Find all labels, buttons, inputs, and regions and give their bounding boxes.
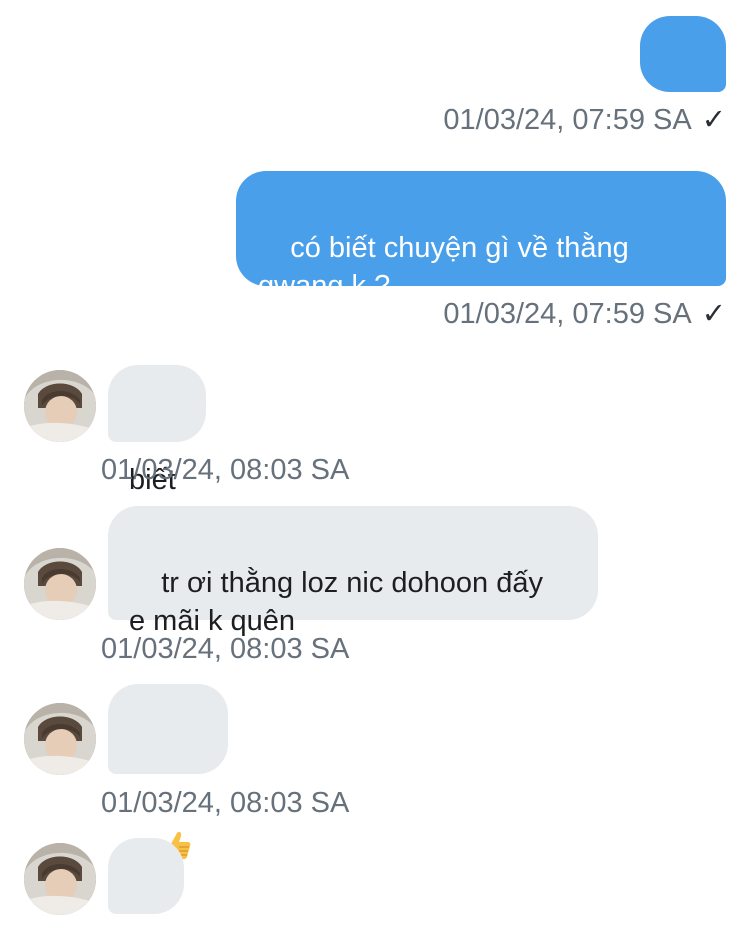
message-meta: 01/03/24, 07:59 SA ✓	[443, 296, 726, 332]
avatar[interactable]	[24, 843, 96, 915]
sent-check-icon: ✓	[701, 298, 726, 330]
message-timestamp: 01/03/24, 08:03 SA	[101, 633, 350, 665]
message-timestamp: 01/03/24, 07:59 SA	[443, 104, 692, 136]
message-text: tr ơi thằng loz nic dohoon đấy e mãi k q…	[129, 567, 543, 637]
message-bubble-outgoing[interactable]: em	[640, 16, 726, 146]
avatar[interactable]	[24, 703, 96, 775]
sent-check-icon: ✓	[701, 104, 726, 136]
avatar-photo	[24, 548, 96, 620]
message-bubble-outgoing[interactable]: có biết chuyện gì về thằng gwang k ?	[236, 171, 726, 302]
thumbs-up-icon	[160, 753, 194, 860]
message-text: có biết chuyện gì về thằng gwang k ?	[258, 232, 629, 302]
message-meta: 01/03/24, 07:59 SA ✓	[443, 102, 726, 138]
message-timestamp: 01/03/24, 08:03 SA	[101, 787, 350, 819]
message-timestamp: 01/03/24, 07:59 SA	[443, 298, 692, 330]
message-meta: 01/03/24, 08:03 SA	[101, 631, 349, 667]
avatar[interactable]	[24, 548, 96, 620]
chat-thread: em 01/03/24, 07:59 SA ✓ có biết chuyện gì…	[0, 0, 750, 928]
message-bubble-incoming[interactable]: biết	[108, 365, 206, 496]
avatar-photo	[24, 370, 96, 442]
avatar-photo	[24, 843, 96, 915]
message-bubble-incoming[interactable]: tr ơi thằng loz nic dohoon đấy e mãi k q…	[108, 506, 598, 637]
message-bubble-incoming[interactable]: ủa	[108, 838, 184, 914]
message-timestamp: 01/03/24, 08:03 SA	[101, 454, 350, 486]
message-bubble-incoming[interactable]	[108, 684, 228, 898]
avatar[interactable]	[24, 370, 96, 442]
avatar-photo	[24, 703, 96, 775]
message-meta: 01/03/24, 08:03 SA	[101, 452, 349, 488]
message-meta: 01/03/24, 08:03 SA	[101, 785, 349, 821]
